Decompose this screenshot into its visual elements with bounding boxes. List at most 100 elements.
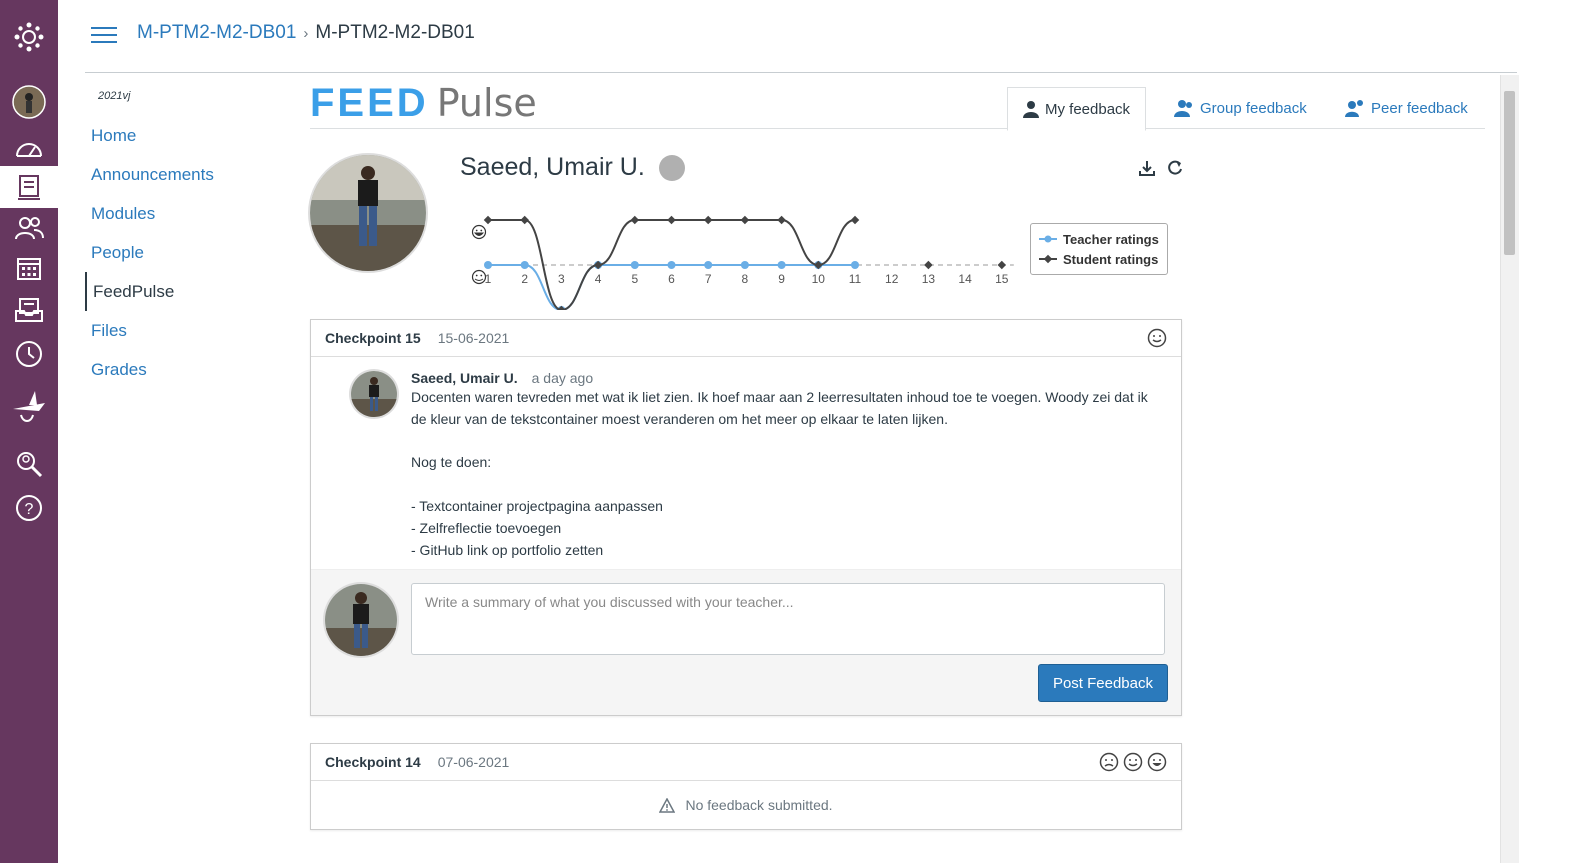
tab-group-feedback[interactable]: Group feedback xyxy=(1174,87,1307,129)
student-rating-point[interactable] xyxy=(814,260,823,270)
x-tick-label: 7 xyxy=(705,272,712,286)
feedback-comment: Saeed, Umair U. a day ago Docenten waren … xyxy=(311,357,1181,569)
checkpoint-title: Checkpoint 15 xyxy=(325,330,421,346)
history-icon[interactable] xyxy=(0,334,58,374)
help-icon[interactable]: ? xyxy=(0,488,58,528)
breadcrumb-course-link[interactable]: M-PTM2-M2-DB01 xyxy=(137,22,296,43)
teacher-rating-point[interactable] xyxy=(484,261,492,269)
course-nav-modules[interactable]: Modules xyxy=(85,194,285,233)
neutral-axis-icon xyxy=(471,269,487,285)
course-nav-files[interactable]: Files xyxy=(85,311,285,350)
checkpoint-header: Checkpoint 14 07-06-2021 xyxy=(311,744,1181,781)
calendar-icon[interactable] xyxy=(0,248,58,288)
course-nav-grades[interactable]: Grades xyxy=(85,350,285,389)
teacher-rating-point[interactable] xyxy=(777,261,786,269)
header-divider xyxy=(85,72,1517,73)
x-tick-label: 8 xyxy=(742,272,749,286)
x-tick-label: 11 xyxy=(849,272,862,286)
canvas-logo-icon[interactable] xyxy=(0,14,58,60)
account-avatar[interactable] xyxy=(0,82,58,122)
legend-item[interactable]: Student ratings xyxy=(1039,249,1159,269)
ratings-chart: 1 2 3 4 5 6 7 8 9 10 11 12 13 14 15 xyxy=(471,215,1014,310)
refresh-icon[interactable] xyxy=(1166,159,1184,177)
teacher-rating-point[interactable] xyxy=(704,261,713,269)
post-feedback-button[interactable]: Post Feedback xyxy=(1037,664,1168,703)
student-rating-point[interactable] xyxy=(850,215,860,225)
x-tick-label: 1 xyxy=(485,272,492,286)
download-icon[interactable] xyxy=(1138,159,1156,177)
x-tick-label: 14 xyxy=(958,272,972,286)
student-name: Saeed, Umair U. xyxy=(460,153,645,181)
course-nav-feedpulse[interactable]: FeedPulse xyxy=(85,272,285,311)
x-tick-label: 6 xyxy=(668,272,675,286)
course-nav-home[interactable]: Home xyxy=(85,116,285,155)
checkpoint-header: Checkpoint 15 15-06-2021 xyxy=(311,320,1181,357)
svg-text:?: ? xyxy=(25,501,34,518)
course-nav: 2021vj Home Announcements Modules People… xyxy=(85,90,285,389)
x-tick-label: 2 xyxy=(521,272,528,286)
tab-label: My feedback xyxy=(1045,100,1131,118)
teacher-rating-point[interactable] xyxy=(667,261,676,269)
hamburger-menu-icon[interactable] xyxy=(91,24,119,46)
student-rating-point[interactable] xyxy=(630,215,640,225)
breadcrumb: M-PTM2-M2-DB01 › M-PTM2-M2-DB01 xyxy=(137,22,475,44)
x-tick-label: 10 xyxy=(812,272,826,286)
breadcrumb-current: M-PTM2-M2-DB01 xyxy=(315,22,475,43)
tab-peer-feedback[interactable]: Peer feedback xyxy=(1345,87,1468,129)
dashboard-icon[interactable] xyxy=(0,128,58,168)
feedpulse-logo: FEED Pulse xyxy=(310,80,537,126)
student-rating-point[interactable] xyxy=(703,215,713,225)
student-name-row: Saeed, Umair U. xyxy=(460,153,685,182)
x-tick-label: 12 xyxy=(885,272,899,286)
course-nav-people[interactable]: People xyxy=(85,233,285,272)
x-tick-label: 3 xyxy=(558,272,565,286)
courses-icon[interactable] xyxy=(0,166,58,208)
feedback-summary-input[interactable] xyxy=(411,583,1165,656)
no-feedback-text: No feedback submitted. xyxy=(685,797,833,813)
inbox-icon[interactable] xyxy=(0,290,58,330)
studio-icon[interactable] xyxy=(0,384,58,430)
sad-icon[interactable] xyxy=(1099,752,1119,772)
legend-label: Teacher ratings xyxy=(1063,231,1159,247)
user-icon xyxy=(1023,101,1039,118)
legend-item[interactable]: Teacher ratings xyxy=(1039,229,1159,249)
tab-my-feedback[interactable]: My feedback xyxy=(1007,87,1147,131)
x-tick-label: 9 xyxy=(778,272,785,286)
student-rating-point[interactable] xyxy=(997,260,1007,270)
scrollbar[interactable] xyxy=(1500,75,1519,863)
student-rating-point[interactable] xyxy=(740,215,750,225)
teacher-rating-point[interactable] xyxy=(630,261,639,269)
student-rating-point[interactable] xyxy=(483,215,493,225)
student-rating-point[interactable] xyxy=(924,260,933,270)
student-rating-point[interactable] xyxy=(520,215,529,225)
teacher-rating-point[interactable] xyxy=(520,261,529,269)
status-dot xyxy=(658,154,685,181)
smile-icon[interactable] xyxy=(1123,752,1143,772)
student-rating-point[interactable] xyxy=(593,260,603,270)
groups-icon[interactable] xyxy=(0,208,58,248)
warning-icon xyxy=(659,797,676,813)
course-nav-announcements[interactable]: Announcements xyxy=(85,155,285,194)
smile-icon[interactable] xyxy=(1147,328,1167,348)
legend-label: Student ratings xyxy=(1063,251,1159,267)
scrollbar-thumb[interactable] xyxy=(1504,91,1515,255)
teacher-rating-point[interactable] xyxy=(740,261,749,269)
reply-box: Post Feedback xyxy=(311,569,1181,716)
x-tick-label: 13 xyxy=(922,272,936,286)
happy-icon[interactable] xyxy=(1147,752,1167,772)
group-icon xyxy=(1174,100,1192,117)
peer-icon xyxy=(1345,100,1363,117)
commons-icon[interactable] xyxy=(0,444,58,484)
comment-author: Saeed, Umair U. xyxy=(411,370,518,386)
logo-feed: FEED xyxy=(310,80,429,125)
x-tick-label: 5 xyxy=(631,272,638,286)
x-tick-label: 15 xyxy=(995,272,1009,286)
checkpoint-card: Checkpoint 15 15-06-2021 Saeed, Umair U.… xyxy=(310,319,1182,717)
student-rating-point[interactable] xyxy=(667,215,676,225)
global-nav: ? xyxy=(0,0,58,863)
tab-label: Group feedback xyxy=(1200,99,1307,117)
checkpoint-date: 15-06-2021 xyxy=(437,330,510,346)
student-rating-point[interactable] xyxy=(777,215,786,225)
reply-avatar xyxy=(325,584,397,657)
teacher-rating-point[interactable] xyxy=(851,261,859,269)
